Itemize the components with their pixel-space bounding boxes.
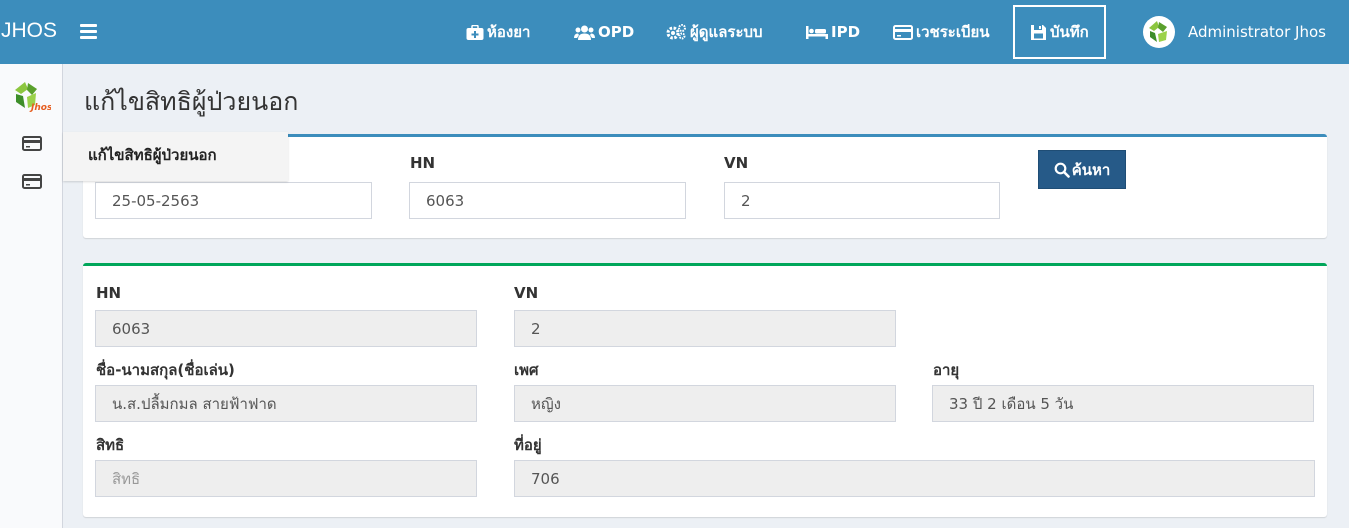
search-button-label: ค้นหา [1071, 160, 1111, 179]
sidebar-toggle-icon[interactable] [80, 24, 97, 39]
date-field[interactable]: 25-05-2563 [95, 182, 372, 219]
vn-input[interactable]: 2 [724, 182, 1000, 219]
nav-save-label: บันทึก [1050, 23, 1089, 41]
nav-registry-label: เวชระเบียน [916, 23, 990, 41]
top-navbar: JHOS ห้องยา OPD ผู้ดูแลระบบ IPD เวชระเบี… [0, 0, 1349, 64]
vn-label: VN [724, 154, 749, 172]
user-menu[interactable]: Administrator Jhos [1143, 0, 1326, 64]
nav-pharmacy[interactable]: ห้องยา [466, 0, 530, 64]
users-icon [574, 25, 595, 40]
patient-hn-field: 6063 [95, 310, 477, 347]
patient-age-field: 33 ปี 2 เดือน 5 วัน [932, 385, 1314, 422]
search-icon [1054, 162, 1070, 178]
patient-info-box: HN 6063 VN 2 ชื่อ-นามสกุล(ชื่อเล่น) น.ส.… [83, 263, 1327, 517]
nav-admin[interactable]: ผู้ดูแลระบบ [666, 0, 763, 64]
credit-card-icon[interactable] [22, 136, 42, 151]
patient-sex-label: เพศ [514, 361, 539, 379]
credit-card-icon[interactable] [22, 174, 42, 189]
patient-name-label: ชื่อ-นามสกุล(ชื่อเล่น) [96, 361, 235, 379]
nav-opd[interactable]: OPD [574, 0, 634, 64]
patient-vn-label: VN [514, 284, 539, 302]
brand-logo[interactable]: JHOS [0, 0, 57, 64]
nav-pharmacy-label: ห้องยา [487, 23, 531, 41]
patient-name-field: น.ส.ปลื้มกมล สายฟ้าฟาด [95, 385, 477, 422]
save-icon [1031, 24, 1046, 40]
patient-vn-field: 2 [514, 310, 896, 347]
nav-ipd[interactable]: IPD [806, 0, 860, 64]
jhos-logo-icon [1149, 21, 1167, 42]
user-name: Administrator Jhos [1188, 23, 1326, 41]
patient-sex-field: หญิง [514, 385, 896, 422]
patient-right-label: สิทธิ [96, 436, 125, 454]
search-button[interactable]: ค้นหา [1038, 150, 1126, 189]
hn-label: HN [410, 154, 436, 172]
patient-address-label: ที่อยู่ [514, 436, 542, 454]
patient-hn-label: HN [96, 284, 122, 302]
sidebar-logo-text: Jhos [29, 103, 51, 113]
nav-opd-label: OPD [598, 23, 635, 41]
bed-icon [806, 26, 828, 39]
avatar [1143, 16, 1175, 48]
hn-input[interactable]: 6063 [409, 182, 686, 219]
medkit-icon [466, 24, 484, 40]
patient-age-label: อายุ [933, 361, 960, 379]
sidebar-tooltip: แก้ไขสิทธิผู้ป่วยนอก [63, 132, 288, 181]
patient-right-field[interactable]: สิทธิ [95, 460, 477, 497]
sidebar-logo[interactable]: Jhos [13, 79, 53, 117]
cogs-icon [666, 24, 686, 40]
patient-address-field: 706 [514, 460, 1315, 497]
sidebar: Jhos [0, 64, 63, 528]
nav-ipd-label: IPD [831, 23, 861, 41]
page-title: แก้ไขสิทธิผู้ป่วยนอก [84, 87, 299, 116]
nav-registry[interactable]: เวชระเบียน [893, 0, 990, 64]
credit-card-icon [893, 24, 913, 40]
nav-admin-label: ผู้ดูแลระบบ [690, 23, 763, 41]
nav-save[interactable]: บันทึก [1013, 5, 1106, 59]
